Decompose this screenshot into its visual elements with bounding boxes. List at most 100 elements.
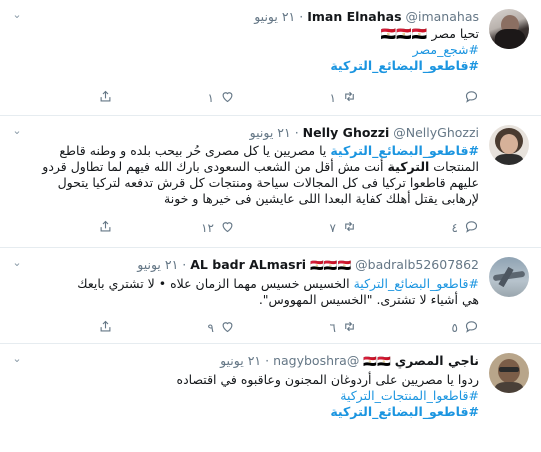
retweet-icon xyxy=(342,89,357,107)
tweet-line: #قاطعو_البضائع_التركية xyxy=(177,404,479,420)
timestamp[interactable]: ٢١ يونيو xyxy=(137,257,178,272)
tweet-line: تحيا مصر 🇪🇬🇪🇬🇪🇬 xyxy=(330,26,479,42)
reply-icon xyxy=(464,89,479,107)
author-handle[interactable]: @nagyboshra xyxy=(273,353,359,368)
name-flags: 🇪🇬🇪🇬 xyxy=(363,355,391,368)
tweet-header: ناجي المصري 🇪🇬🇪🇬 @nagyboshra · ٢١ يونيو xyxy=(220,352,479,370)
retweet-count: ٦ xyxy=(329,321,336,335)
chevron-down-icon[interactable]: ⌄ xyxy=(10,8,24,22)
text-segment: المنتجات xyxy=(429,159,479,174)
reply-button[interactable] xyxy=(357,89,479,107)
timestamp[interactable]: ٢١ يونيو xyxy=(220,353,261,368)
hashtag-link[interactable]: #قاطعوا_المنتجات_التركية xyxy=(340,388,479,403)
author-handle[interactable]: @NellyGhozzi xyxy=(393,125,479,140)
share-button[interactable] xyxy=(93,319,113,337)
author-name[interactable]: ناجي المصري xyxy=(395,353,479,368)
like-button[interactable]: ١٢ xyxy=(113,219,235,237)
tweet-line: المنتجات التركية أنت مش أقل من الشعب الس… xyxy=(42,159,479,175)
chevron-down-icon[interactable]: ⌄ xyxy=(10,256,24,270)
tweet-line: #قاطعوا_المنتجات_التركية xyxy=(177,388,479,404)
reply-button[interactable]: ٤ xyxy=(357,219,479,237)
retweet-button[interactable]: ٧ xyxy=(235,219,357,237)
tweet-text: #قاطعو_البضائع_التركية الخسيس خسيس مهما … xyxy=(77,276,479,308)
avatar[interactable] xyxy=(489,257,529,297)
avatar[interactable] xyxy=(489,353,529,393)
share-icon xyxy=(98,319,113,337)
name-flags: 🇪🇬🇪🇬🇪🇬 xyxy=(310,259,352,272)
tweet-line: لإرهابى يقتل أهلك كفاية البعدا اللى عايش… xyxy=(42,191,479,207)
author-name[interactable]: Iman Elnahas xyxy=(307,9,401,24)
hashtag-link[interactable]: #قاطعو_البضائع_التركية xyxy=(354,276,479,291)
reply-count: ٥ xyxy=(451,321,458,335)
text-segment: أنت مش أقل من الشعب السعودى بارك الله في… xyxy=(42,159,388,174)
flag-emojis: 🇪🇬🇪🇬🇪🇬 xyxy=(380,26,428,41)
like-icon xyxy=(220,319,235,337)
separator-dot: · xyxy=(295,9,304,24)
tweet-actions: ١١ xyxy=(93,90,479,106)
retweet-icon xyxy=(342,219,357,237)
hashtag-link[interactable]: #قاطعو_البضائع_التركية xyxy=(330,58,479,73)
author-handle[interactable]: @imanahas xyxy=(406,9,480,24)
tweet-actions: ٥ ٦ ٩ xyxy=(93,320,479,336)
timestamp[interactable]: ٢١ يونيو xyxy=(254,9,295,24)
tweet-text: تحيا مصر 🇪🇬🇪🇬🇪🇬 #شجع_مصر #قاطعو_البضائع_ال… xyxy=(330,26,479,74)
tweet-line: ردوا يا مصريين على أردوغان المجنون وعاقب… xyxy=(177,372,479,388)
tweet-text: #قاطعو_البضائع_التركية يا مصريين يا كل م… xyxy=(42,143,479,207)
tweet-line: #قاطعو_البضائع_التركية الخسيس خسيس مهما … xyxy=(77,276,479,292)
retweet-button[interactable]: ٦ xyxy=(235,319,357,337)
tweet-text: ردوا يا مصريين على أردوغان المجنون وعاقب… xyxy=(177,372,479,420)
like-button[interactable]: ١ xyxy=(113,89,235,107)
share-button[interactable] xyxy=(93,219,113,237)
author-name[interactable]: AL badr ALmasri xyxy=(190,257,306,272)
tweet[interactable]: ⌄ Iman Elnahas @imanahas · ٢١ يونيو تحيا… xyxy=(0,0,541,116)
tweet[interactable]: ⌄ Nelly Ghozzi @NellyGhozzi · ٢١ يونيو #… xyxy=(0,116,541,248)
chevron-down-icon[interactable]: ⌄ xyxy=(10,124,24,138)
tweet-header: Nelly Ghozzi @NellyGhozzi · ٢١ يونيو xyxy=(250,124,479,141)
reply-icon xyxy=(464,319,479,337)
like-icon xyxy=(220,89,235,107)
hashtag-link[interactable]: #شجع_مصر xyxy=(413,42,479,57)
tweet-header: Iman Elnahas @imanahas · ٢١ يونيو xyxy=(254,8,479,25)
retweet-button[interactable]: ١ xyxy=(235,89,357,107)
like-button[interactable]: ٩ xyxy=(113,319,235,337)
share-icon xyxy=(98,219,113,237)
reply-icon xyxy=(464,219,479,237)
avatar[interactable] xyxy=(489,9,529,49)
bold-text: التركية xyxy=(387,159,430,174)
like-count: ١٢ xyxy=(201,221,214,235)
reply-count: ٤ xyxy=(451,221,458,235)
separator-dot: · xyxy=(261,353,270,368)
text-segment: عليهم قاطعوا تركيا فى كل المجالات سياحة … xyxy=(57,175,479,190)
tweet-line: #قاطعو_البضائع_التركية يا مصريين يا كل م… xyxy=(42,143,479,159)
author-name[interactable]: Nelly Ghozzi xyxy=(303,125,390,140)
share-button[interactable] xyxy=(93,89,113,107)
tweet-line: #شجع_مصر xyxy=(330,42,479,58)
like-count: ٩ xyxy=(207,321,214,335)
chevron-down-icon[interactable]: ⌄ xyxy=(10,352,24,366)
tweet-line: هي أشياء لا تشترى. "الخسيس المهووس". xyxy=(77,292,479,308)
tweet[interactable]: ⌄ AL badr ALmasri 🇪🇬🇪🇬🇪🇬 @badralb5260786… xyxy=(0,248,541,344)
author-handle[interactable]: @badralb52607862 xyxy=(355,257,479,272)
like-count: ١ xyxy=(207,91,214,105)
timestamp[interactable]: ٢١ يونيو xyxy=(250,125,291,140)
tweet[interactable]: ⌄ ناجي المصري 🇪🇬🇪🇬 @nagyboshra · ٢١ يوني… xyxy=(0,344,541,452)
text-segment: يا مصريين يا كل مصرى حُر بيحب بلده و وطن… xyxy=(59,143,331,158)
tweet-header: AL badr ALmasri 🇪🇬🇪🇬🇪🇬 @badralb52607862 … xyxy=(137,256,479,274)
text-segment: الخسيس خسيس مهما الزمان علاه • لا تشتري … xyxy=(77,276,354,291)
hashtag-link[interactable]: #قاطعو_البضائع_التركية xyxy=(330,404,479,419)
tweet-line: عليهم قاطعوا تركيا فى كل المجالات سياحة … xyxy=(42,175,479,191)
avatar[interactable] xyxy=(489,125,529,165)
retweet-icon xyxy=(342,319,357,337)
tweet-actions: ٤ ٧ ١٢ xyxy=(93,220,479,236)
retweet-count: ١ xyxy=(329,91,336,105)
hashtag-link[interactable]: #قاطعو_البضائع_التركية xyxy=(330,143,479,158)
reply-button[interactable]: ٥ xyxy=(357,319,479,337)
separator-dot: · xyxy=(290,125,299,140)
tweet-line: #قاطعو_البضائع_التركية xyxy=(330,58,479,74)
text-segment: ردوا يا مصريين على أردوغان المجنون وعاقب… xyxy=(176,372,479,387)
text-segment: لإرهابى يقتل أهلك كفاية البعدا اللى عايش… xyxy=(164,191,479,206)
separator-dot: · xyxy=(178,257,187,272)
text-segment: هي أشياء لا تشترى. "الخسيس المهووس". xyxy=(258,292,479,307)
share-icon xyxy=(98,89,113,107)
like-icon xyxy=(220,219,235,237)
